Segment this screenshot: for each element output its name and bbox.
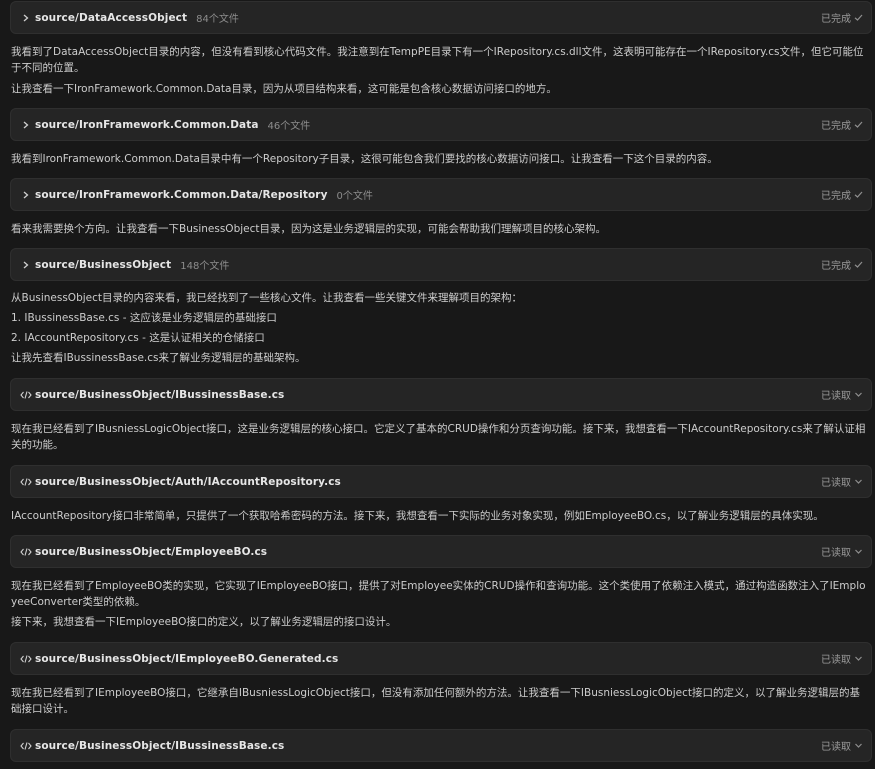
code-icon [19,652,33,666]
list-item: 2. IAccountRepository.cs - 这是认证相关的仓储接口 [11,332,265,344]
assistant-message: IAccountRepository接口非常简单，只提供了一个获取哈希密码的方法… [11,510,824,522]
tool-card-file-count: 148个文件 [180,261,230,272]
tool-card-file-count: 0个文件 [336,191,373,202]
status-label: 已完成 [821,121,851,132]
tool-card-read-file[interactable]: source/BusinessObject/IEmployeeBO.Genera… [10,642,872,675]
tool-card-path: source/BusinessObject/IBussinessBase.cs [35,739,285,752]
tool-card-status: 已完成 [821,10,863,25]
status-label: 已读取 [821,655,851,666]
tool-card-path: source/BusinessObject/IEmployeeBO.Genera… [35,652,339,665]
chevron-down-icon [853,741,863,751]
check-icon [853,13,863,23]
check-icon [853,190,863,200]
tool-card-path: source/IronFramework.Common.Data [35,118,259,131]
chevron-right-icon [19,11,33,25]
assistant-message: 接下来，我想查看一下IEmployeeBO接口的定义，以了解业务逻辑层的接口设计… [11,616,397,628]
tool-card-file-count: 46个文件 [267,121,311,132]
tool-card-path: source/IronFramework.Common.Data/Reposit… [35,188,328,201]
tool-card-path: source/BusinessObject/EmployeeBO.cs [35,545,268,558]
chevron-down-icon [853,654,863,664]
chevron-down-icon [853,477,863,487]
status-label: 已读取 [821,548,851,559]
assistant-message: 让我先查看IBussinessBase.cs来了解业务逻辑层的基础架构。 [11,352,306,364]
chevron-right-icon [19,118,33,132]
code-icon [19,545,33,559]
code-icon [19,388,33,402]
assistant-message: 现在我已经看到了IBusniessLogicObject接口，这是业务逻辑层的核… [11,423,866,451]
tool-card-status: 已读取 [821,738,863,753]
tool-card-list-files[interactable]: source/IronFramework.Common.Data/Reposit… [10,178,872,211]
check-icon [853,260,863,270]
status-label: 已读取 [821,391,851,402]
chevron-right-icon [19,258,33,272]
tool-card-status: 已读取 [821,474,863,489]
tool-card-path: source/DataAccessObject [35,11,188,24]
assistant-message: 让我查看一下IronFramework.Common.Data目录，因为从项目结… [11,83,557,95]
status-label: 已完成 [821,261,851,272]
chat-feed: source/DataAccessObject 84个文件 已完成 我看到了Da… [0,0,875,769]
status-label: 已完成 [821,191,851,202]
tool-card-path: source/BusinessObject [35,258,172,271]
tool-card-list-files[interactable]: source/IronFramework.Common.Data 46个文件 已… [10,108,872,141]
code-icon [19,475,33,489]
tool-card-status: 已完成 [821,187,863,202]
tool-card-read-file[interactable]: source/BusinessObject/IBussinessBase.cs … [10,729,872,762]
tool-card-status: 已读取 [821,651,863,666]
tool-card-read-file[interactable]: source/BusinessObject/EmployeeBO.cs 已读取 [10,535,872,568]
list-item: 1. IBussinessBase.cs - 这应该是业务逻辑层的基础接口 [11,312,277,324]
chevron-down-icon [853,390,863,400]
status-label: 已读取 [821,742,851,753]
chevron-down-icon [853,547,863,557]
tool-card-status: 已读取 [821,387,863,402]
assistant-message: 从BusinessObject目录的内容来看，我已经找到了一些核心文件。让我查看… [11,292,522,304]
tool-card-status: 已读取 [821,544,863,559]
assistant-message: 我看到了DataAccessObject目录的内容，但没有看到核心代码文件。我注… [11,46,864,74]
tool-card-list-files[interactable]: source/BusinessObject 148个文件 已完成 [10,248,872,281]
tool-card-read-file[interactable]: source/BusinessObject/Auth/IAccountRepos… [10,465,872,498]
check-icon [853,120,863,130]
tool-card-path: source/BusinessObject/IBussinessBase.cs [35,388,285,401]
tool-card-list-files[interactable]: source/DataAccessObject 84个文件 已完成 [10,1,872,34]
tool-card-status: 已完成 [821,257,863,272]
tool-card-file-count: 84个文件 [196,14,239,25]
status-label: 已完成 [821,14,851,25]
assistant-message: 我看到IronFramework.Common.Data目录中有一个Reposi… [11,153,718,165]
assistant-message: 现在我已经看到了IEmployeeBO接口，它继承自IBusniessLogic… [11,687,860,715]
chevron-right-icon [19,188,33,202]
tool-card-read-file[interactable]: source/BusinessObject/IBussinessBase.cs … [10,378,872,411]
tool-card-status: 已完成 [821,117,863,132]
code-icon [19,739,33,753]
status-label: 已读取 [821,478,851,489]
assistant-message: 现在我已经看到了EmployeeBO类的实现，它实现了IEmployeeBO接口… [11,580,866,608]
tool-card-path: source/BusinessObject/Auth/IAccountRepos… [35,475,341,488]
assistant-message: 看来我需要换个方向。让我查看一下BusinessObject目录，因为这是业务逻… [11,223,606,235]
